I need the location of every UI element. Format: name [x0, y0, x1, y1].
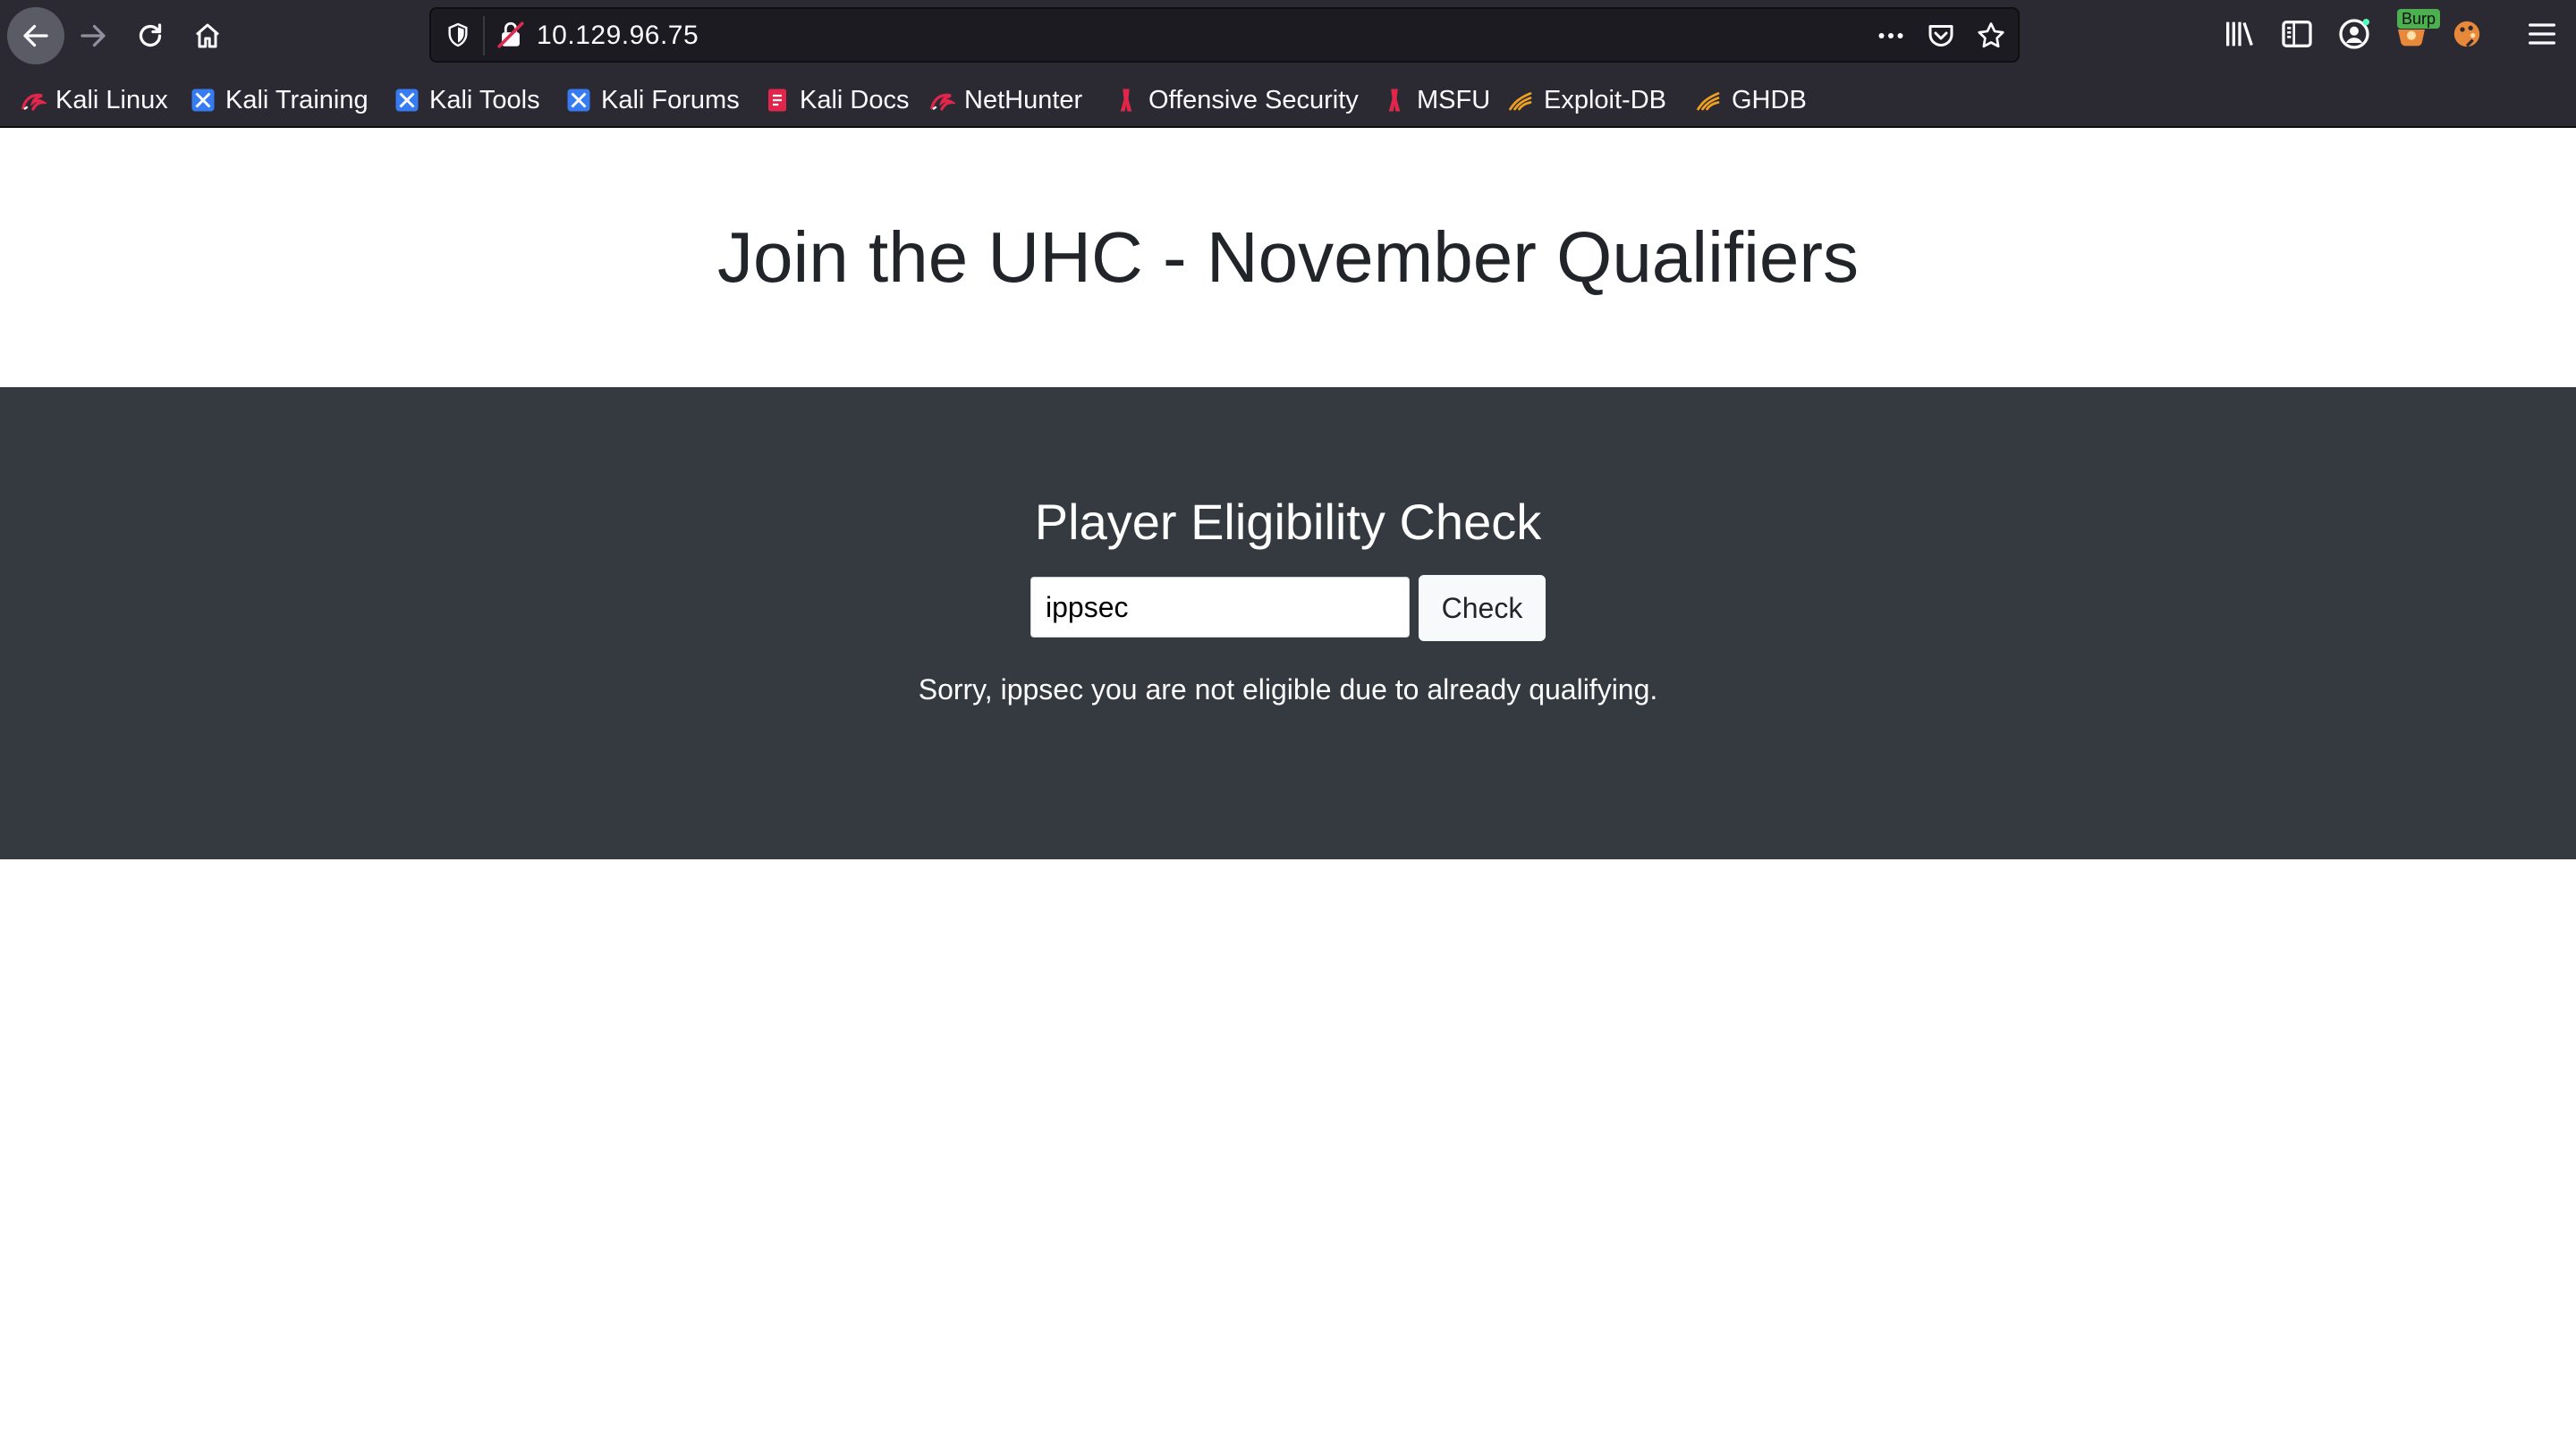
kali-dragon-icon — [20, 87, 48, 114]
bookmark-msfu[interactable]: MSFU — [1381, 79, 1490, 122]
url-text[interactable]: 10.129.96.75 — [537, 18, 699, 54]
extension-icon[interactable] — [2449, 16, 2485, 52]
browser-toolbar: 10.129.96.75 Burp Kali Linux Kali Traini… — [0, 0, 2576, 128]
url-separator — [483, 16, 485, 55]
kali-docs-icon — [764, 87, 791, 114]
bookmark-label: Kali Tools — [429, 85, 540, 114]
pocket-icon[interactable] — [1925, 20, 1957, 52]
bookmark-ghdb[interactable]: GHDB — [1696, 79, 1807, 122]
bookmark-label: Exploit-DB — [1544, 85, 1666, 114]
bookmark-label: NetHunter — [964, 85, 1083, 114]
bookmark-kali-linux[interactable]: Kali Linux — [20, 79, 168, 122]
bookmark-nethunter[interactable]: NetHunter — [928, 79, 1082, 122]
bookmark-kali-tools[interactable]: Kali Tools — [394, 79, 540, 122]
page-title: Join the UHC - November Qualifiers — [717, 217, 1859, 297]
home-icon — [196, 23, 219, 48]
bookmark-label: GHDB — [1732, 85, 1807, 114]
back-icon — [23, 24, 48, 47]
page-content: Join the UHC - November Qualifiers Playe… — [0, 128, 2576, 1445]
library-icon[interactable] — [2222, 16, 2258, 52]
reload-icon — [139, 23, 162, 47]
bookmarks-toolbar: Kali Linux Kali Training Kali Tools Kali… — [0, 79, 2576, 122]
page-actions-icon[interactable] — [1875, 20, 1907, 52]
insecure-connection-icon[interactable] — [496, 20, 526, 50]
exploit-db-icon — [1508, 87, 1535, 114]
bookmark-label: Kali Training — [225, 85, 369, 114]
username-input[interactable] — [1030, 577, 1410, 638]
offsec-icon — [1113, 87, 1140, 114]
reload-button[interactable] — [122, 7, 179, 64]
kali-dragon-icon — [928, 87, 957, 114]
kali-tools-icon — [565, 87, 592, 114]
form-heading: Player Eligibility Check — [1034, 494, 1542, 550]
bookmark-star-icon[interactable] — [1975, 20, 2007, 52]
url-bar[interactable]: 10.129.96.75 — [429, 7, 2020, 63]
account-icon[interactable] — [2336, 16, 2372, 52]
bookmark-label: Kali Docs — [800, 85, 910, 114]
home-button[interactable] — [179, 7, 236, 64]
shield-icon[interactable] — [444, 21, 472, 49]
bookmark-kali-docs[interactable]: Kali Docs — [764, 79, 910, 122]
bookmark-label: Kali Linux — [55, 85, 168, 114]
offsec-icon — [1381, 87, 1408, 114]
exploit-db-icon — [1696, 87, 1723, 114]
forward-button[interactable] — [64, 7, 122, 64]
bookmark-offensive-security[interactable]: Offensive Security — [1113, 79, 1359, 122]
bookmark-kali-training[interactable]: Kali Training — [190, 79, 369, 122]
back-button[interactable] — [7, 7, 64, 64]
sidebar-icon[interactable] — [2279, 16, 2315, 52]
bookmark-kali-forums[interactable]: Kali Forums — [565, 79, 740, 122]
bookmark-exploit-db[interactable]: Exploit-DB — [1508, 79, 1666, 122]
result-message: Sorry, ippsec you are not eligible due t… — [918, 673, 1658, 706]
bookmark-label: Offensive Security — [1148, 85, 1359, 114]
eligibility-section: Player Eligibility Check Check Sorry, ip… — [0, 387, 2576, 859]
kali-tools-icon — [394, 87, 420, 114]
bookmark-label: Kali Forums — [601, 85, 740, 114]
forward-icon — [80, 24, 106, 47]
menu-icon[interactable] — [2524, 16, 2560, 52]
check-button[interactable]: Check — [1419, 575, 1546, 641]
bookmark-label: MSFU — [1417, 85, 1491, 114]
kali-tools-icon — [190, 87, 216, 114]
burp-badge: Burp — [2397, 9, 2441, 29]
